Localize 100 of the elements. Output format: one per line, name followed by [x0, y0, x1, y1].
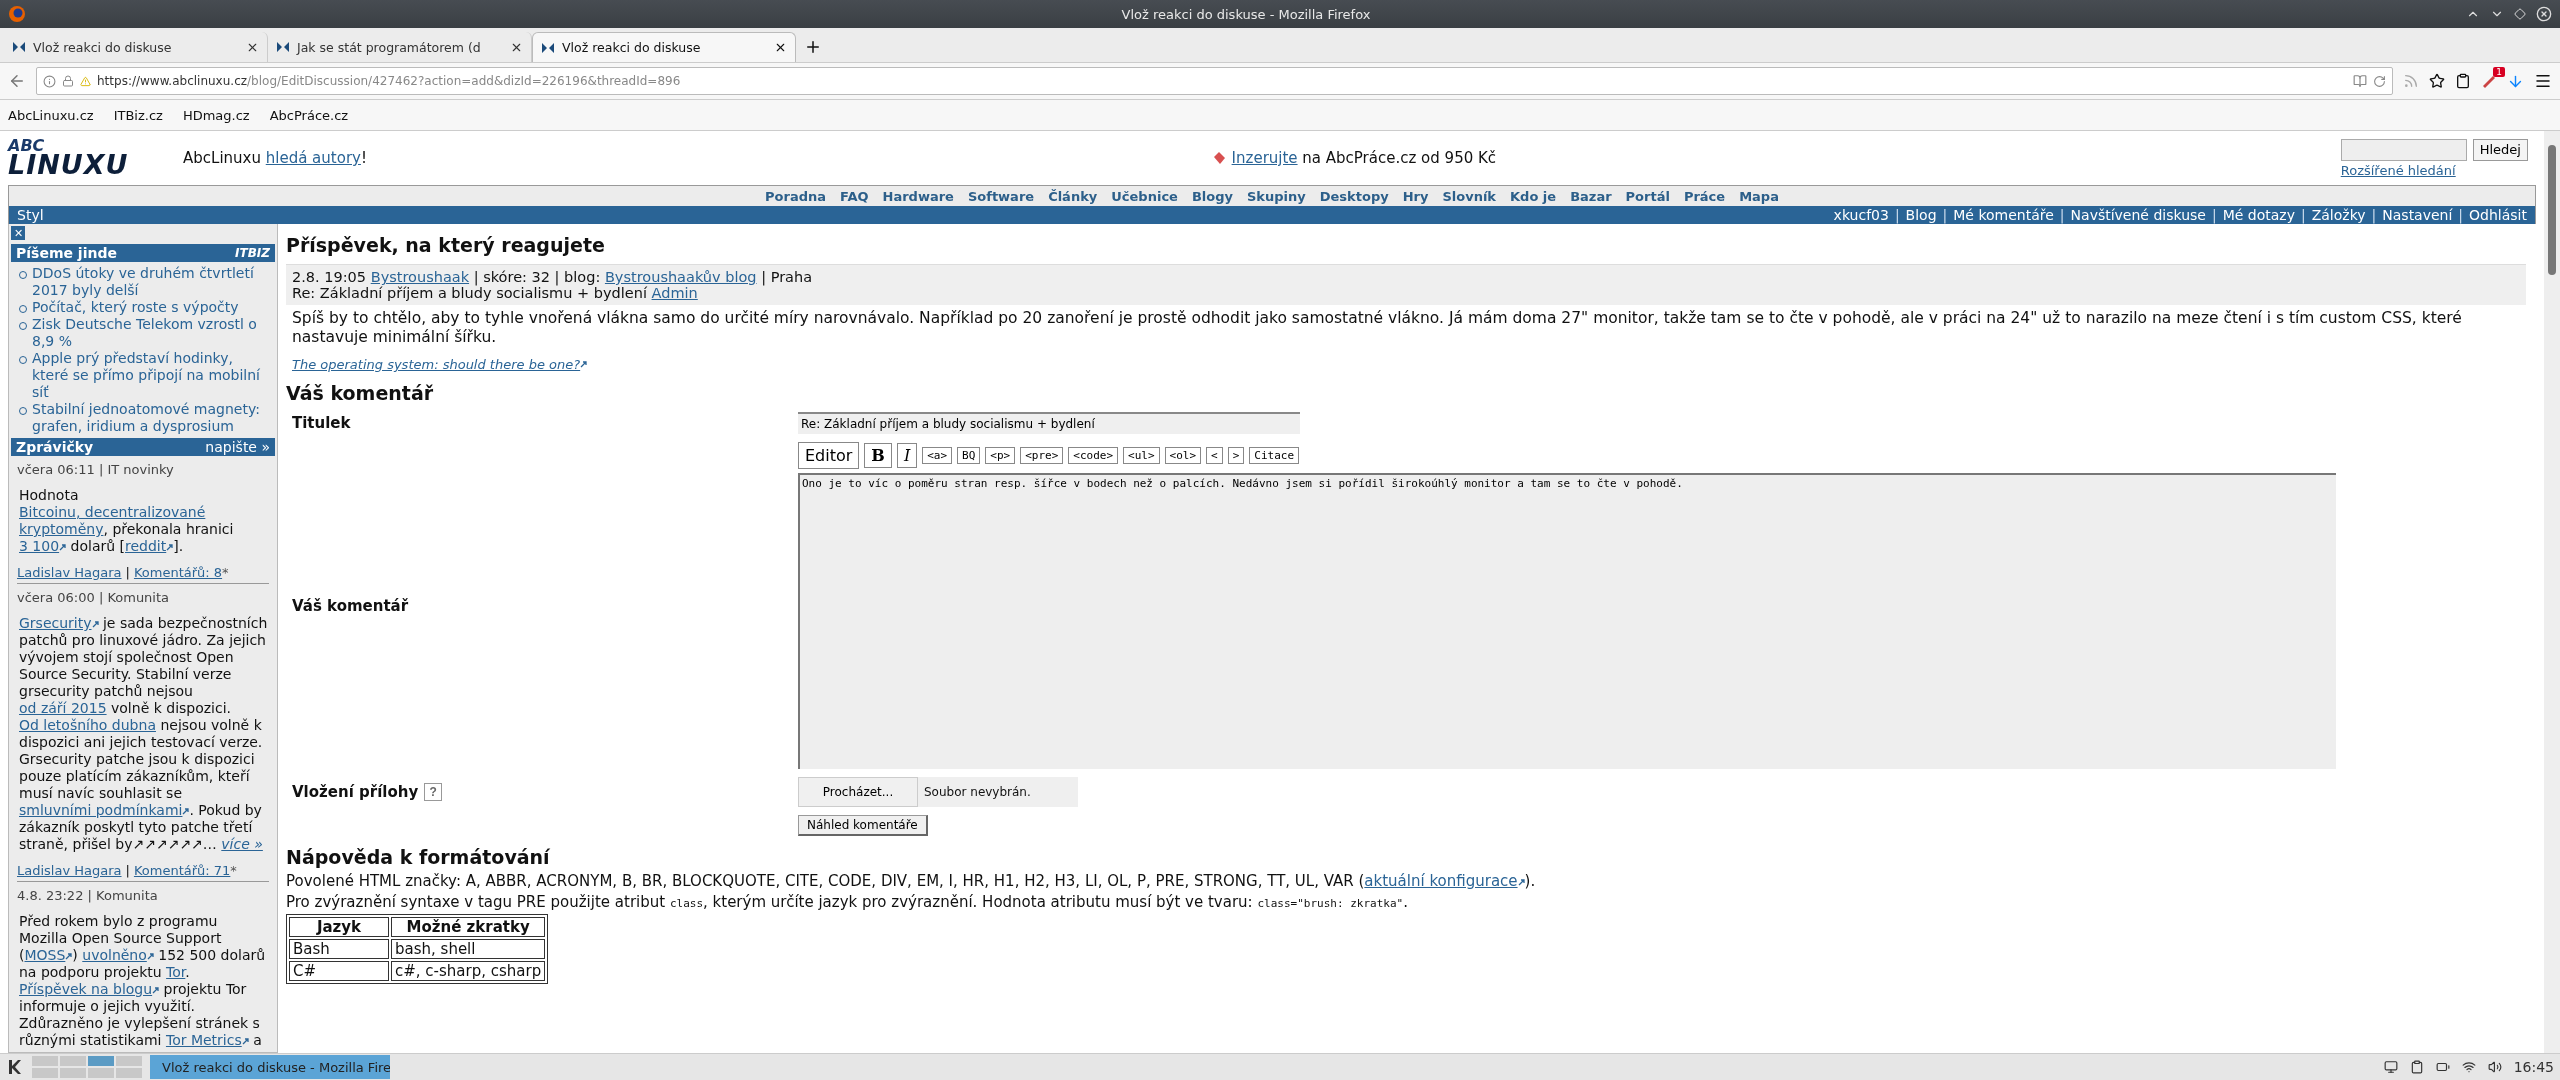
nav-link[interactable]: Bazar [1570, 188, 1612, 204]
more-link[interactable]: více » [221, 836, 263, 852]
comment-field[interactable]: Ono je to víc o poměru stran resp. šířce v bodech než o palcích. Nedávno jsem si pořídil širokoúhlý monitor a tam se to čte v pohodě. [798, 473, 2336, 769]
subject-field[interactable]: Re: Základní příjem a bludy socialismu + bydlení [798, 412, 1300, 434]
link[interactable]: Bystroushaak [370, 269, 470, 285]
article-link[interactable]: Stabilní jednoatomové magnety: grafen, iridium a dysprosium [32, 401, 269, 435]
signature-link[interactable]: The operating system: should there be one? [292, 357, 581, 372]
bookmark-star-icon[interactable] [2429, 73, 2445, 89]
site-logo[interactable]: ABC LINUXU [8, 138, 143, 178]
comments-link[interactable]: Komentářů: 71 [133, 863, 231, 878]
menu-icon[interactable] [2534, 72, 2552, 90]
nav-link[interactable]: Blogy [1191, 188, 1233, 204]
link[interactable]: Admin [651, 285, 698, 301]
bookmark[interactable]: AbcPráce.cz [269, 107, 349, 123]
app-launcher-icon[interactable] [6, 1058, 24, 1076]
info-icon[interactable] [43, 74, 56, 88]
advanced-search-link[interactable]: Rozšířené hledání [2340, 162, 2528, 178]
format-button[interactable]: <code> [1068, 447, 1119, 464]
clipboard-icon[interactable] [2409, 1060, 2424, 1074]
format-button[interactable]: Citace [1249, 447, 1300, 464]
browse-button[interactable]: Procházet... [798, 777, 918, 807]
user-link[interactable]: Mé dotazy [2222, 207, 2295, 223]
nav-link[interactable]: Hardware [882, 188, 954, 204]
user-link[interactable]: Odhlásit [2469, 207, 2527, 223]
nav-link[interactable]: Slovník [1442, 188, 1497, 204]
help-button[interactable]: ? [424, 783, 443, 801]
clipboard-icon[interactable] [2455, 73, 2471, 89]
nav-link[interactable]: Portál [1625, 188, 1670, 204]
preview-button[interactable]: Náhled komentáře [798, 815, 928, 836]
link[interactable]: Bitcoinu, decentralizované [19, 504, 206, 520]
bookmark[interactable]: AbcLinuxu.cz [8, 107, 94, 123]
desktop-thumbnail[interactable] [32, 1068, 58, 1078]
desktop-thumbnail[interactable] [88, 1056, 114, 1066]
link[interactable]: MOSS [24, 947, 66, 963]
bookmark[interactable]: ITBiz.cz [113, 107, 163, 123]
user-link[interactable]: Nastavení [2382, 207, 2453, 223]
file-field[interactable]: Procházet... Soubor nevybrán. [798, 777, 1078, 807]
monitor-icon[interactable] [2383, 1060, 2398, 1074]
volume-icon[interactable] [2487, 1060, 2502, 1074]
desktop-thumbnail[interactable] [116, 1056, 142, 1066]
tab[interactable]: Vlož reakci do diskuse [532, 32, 796, 62]
link[interactable]: Od letošního dubna [19, 717, 156, 733]
nav-link[interactable]: Mapa [1739, 188, 1779, 204]
battery-icon[interactable] [2435, 1060, 2450, 1074]
format-button[interactable]: BQ [957, 447, 981, 464]
link[interactable]: kryptoměny [19, 521, 104, 537]
format-button[interactable]: <ul> [1123, 447, 1160, 464]
link[interactable]: uvolněno [82, 947, 147, 963]
user-link[interactable]: Záložky [2311, 207, 2366, 223]
new-tab-icon[interactable] [804, 38, 822, 56]
link[interactable]: reddit [125, 538, 167, 554]
address-field[interactable]: https://www.abclinuxu.cz/blog/EditDiscussion/427462?action=add&dizId=226196&threadId=896 [36, 67, 2393, 95]
desktop-thumbnail[interactable] [60, 1068, 86, 1078]
link[interactable]: 3 100 [19, 538, 60, 554]
maximize-icon[interactable] [2514, 8, 2526, 20]
format-button[interactable]: > [1227, 447, 1245, 464]
format-button[interactable]: <a> [922, 447, 953, 464]
format-button[interactable]: I [896, 443, 918, 468]
nav-link[interactable]: Hry [1402, 188, 1429, 204]
author-link[interactable]: Ladislav Hagara [17, 565, 122, 580]
author-link[interactable]: Ladislav Hagara [17, 863, 122, 878]
close-button[interactable]: ✕ [11, 226, 25, 240]
close-icon[interactable] [774, 41, 787, 54]
link[interactable]: smluvními podmínkami [19, 802, 183, 818]
user-link[interactable]: xkucf03 [1833, 207, 1889, 223]
tab[interactable]: Vlož reakci do diskuse [4, 32, 268, 62]
link[interactable]: hledá autory [265, 149, 361, 167]
format-button[interactable]: <p> [985, 447, 1016, 464]
article-link[interactable]: Počítač, který roste s výpočty [32, 299, 239, 316]
nav-link[interactable]: FAQ [840, 188, 869, 204]
back-icon[interactable] [8, 72, 26, 90]
user-link[interactable]: Blog [1905, 207, 1937, 223]
link[interactable]: Bystroushaakův blog [604, 269, 757, 285]
user-link[interactable]: Navštívené diskuse [2070, 207, 2206, 223]
nav-link[interactable]: Články [1048, 188, 1098, 204]
article-link[interactable]: Zisk Deutsche Telekom vzrostl o 8,9 % [32, 316, 269, 350]
comments-link[interactable]: Komentářů: 8 [133, 565, 223, 580]
reader-view-icon[interactable] [2353, 74, 2367, 88]
desktop-thumbnail[interactable] [32, 1056, 58, 1066]
nav-link[interactable]: Práce [1683, 188, 1726, 204]
format-button[interactable]: Editor [798, 442, 860, 469]
nav-link[interactable]: Učebnice [1111, 188, 1178, 204]
article-link[interactable]: Apple prý představí hodinky, které se přímo připojí na mobilní síť [32, 350, 269, 401]
bookmark[interactable]: HDmag.cz [182, 107, 250, 123]
link[interactable]: Tor Metrics [165, 1032, 242, 1048]
nav-link[interactable]: Poradna [765, 188, 827, 204]
desktop-thumbnail[interactable] [88, 1068, 114, 1078]
format-button[interactable]: < [1206, 447, 1223, 464]
network-icon[interactable] [2461, 1060, 2476, 1074]
format-button[interactable]: B [864, 443, 892, 468]
link[interactable]: aktuální konfigurace [1364, 872, 1518, 890]
format-button[interactable]: <ol> [1164, 447, 1202, 464]
search-button[interactable]: Hledej [2472, 138, 2528, 161]
article-link[interactable]: DDoS útoky ve druhém čtvrtletí 2017 byly delší [32, 265, 269, 299]
reload-icon[interactable] [2373, 74, 2386, 88]
nav-link[interactable]: Kdo je [1510, 188, 1557, 204]
desktop-thumbnail[interactable] [60, 1056, 86, 1066]
search-field[interactable] [2340, 138, 2467, 161]
close-icon[interactable] [2536, 6, 2552, 22]
nav-link[interactable]: Skupiny [1247, 188, 1306, 204]
